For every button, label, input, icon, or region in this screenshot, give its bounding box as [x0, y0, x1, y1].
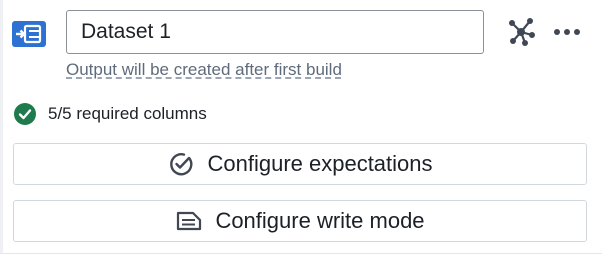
- configure-expectations-button[interactable]: Configure expectations: [13, 143, 587, 185]
- configure-write-mode-button[interactable]: Configure write mode: [13, 200, 587, 242]
- more-options-icon[interactable]: [549, 14, 585, 50]
- graph-nodes-icon[interactable]: [503, 14, 539, 50]
- expectations-check-icon: [170, 153, 193, 176]
- check-circle-icon: [14, 103, 36, 125]
- configure-expectations-label: Configure expectations: [207, 151, 433, 176]
- required-columns-status: 5/5 required columns: [14, 102, 207, 126]
- dataset-name-input[interactable]: [66, 10, 484, 54]
- write-mode-icon: [177, 211, 202, 231]
- panel-left-border: [0, 0, 3, 254]
- output-note-link[interactable]: Output will be created after first build: [66, 60, 342, 80]
- dataset-output-icon: [12, 21, 46, 47]
- configure-write-mode-label: Configure write mode: [215, 208, 425, 233]
- output-panel: Output will be created after first build…: [0, 0, 602, 254]
- required-columns-text: 5/5 required columns: [48, 104, 207, 123]
